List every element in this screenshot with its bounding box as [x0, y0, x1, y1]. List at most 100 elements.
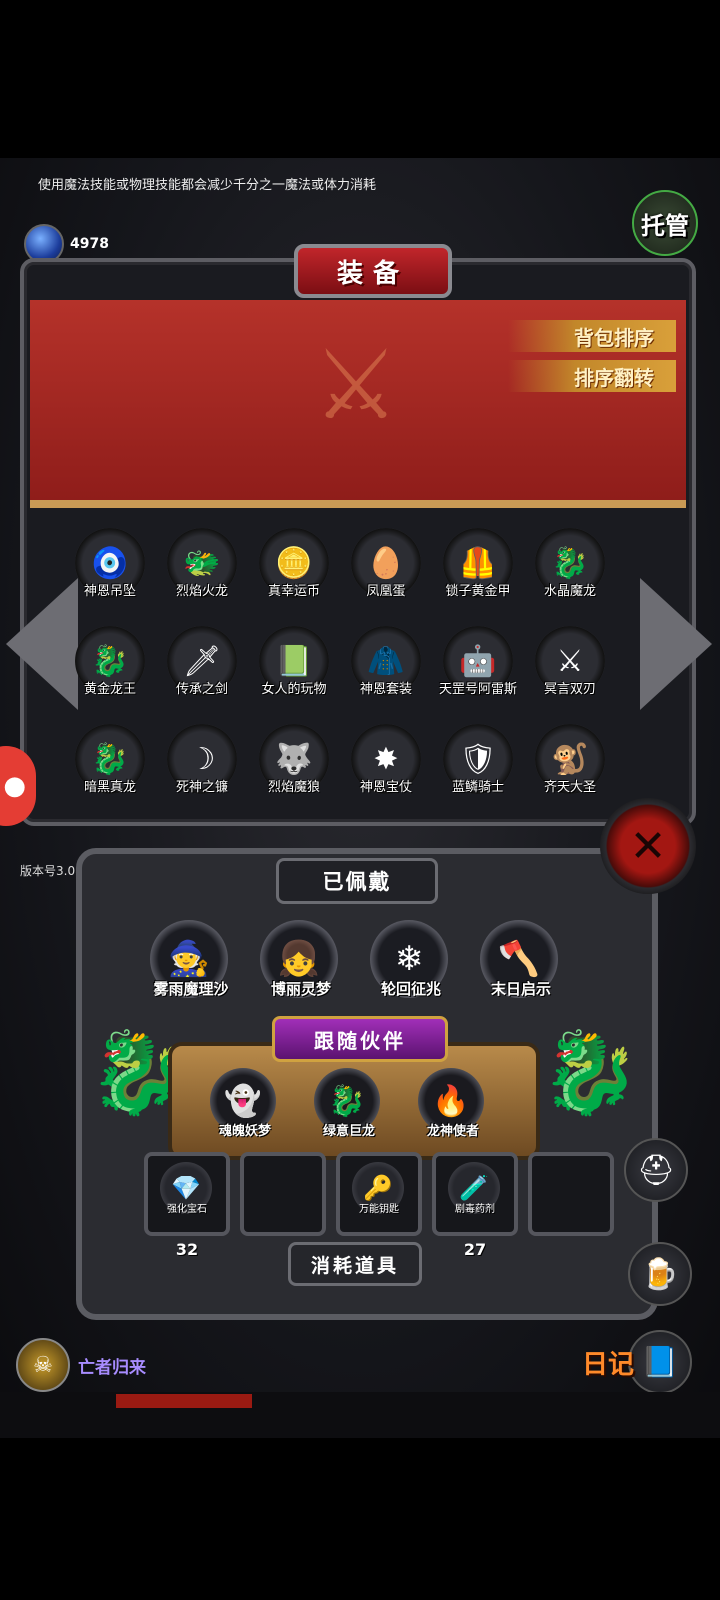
- equipment-slot-label: 蓝鳞骑士: [451, 780, 504, 795]
- book-icon: 📘: [641, 1344, 679, 1380]
- equipment-grid: 🧿 神恩吊坠 🐲 烈焰火龙 🪙 真幸运币 🥚 凤凰蛋 🦺 锁子黄金甲 🐉 水晶魔龙 🐉 黄金龙王 🗡 传承之剑…: [70, 528, 640, 800]
- equipped-slot-label: 末日启示: [490, 980, 551, 998]
- tavern-button[interactable]: 🍺: [628, 1242, 692, 1306]
- equipment-slot-label: 传承之剑: [175, 682, 228, 697]
- equipment-slot[interactable]: 🛡 蓝鳞骑士: [438, 724, 518, 800]
- equipment-slot-label: 冥言双刃: [543, 682, 596, 697]
- sort-bag-label: 背包排序: [574, 325, 654, 350]
- equipment-slot[interactable]: 🐲 烈焰火龙: [162, 528, 242, 604]
- equipped-title-label: 已佩戴: [322, 870, 392, 894]
- partner-slot-label: 魂魄妖梦: [218, 1124, 271, 1139]
- equipment-slot-label: 齐天大圣: [543, 780, 596, 795]
- equipped-slot[interactable]: 🧙 雾雨魔理沙: [150, 920, 232, 1006]
- equipment-slot-label: 神恩宝仗: [359, 780, 412, 795]
- equipment-slot-label: 天罡号阿雷斯: [438, 682, 517, 697]
- equipment-slot[interactable]: ⚔ 冥言双刃: [530, 626, 610, 702]
- equipment-slot-label: 神恩吊坠: [83, 584, 136, 599]
- consumable-slot[interactable]: 🧪 剧毒药剂 27: [432, 1152, 518, 1259]
- equipment-slot-label: 凤凰蛋: [366, 584, 406, 599]
- equipment-slot-label: 死神之镰: [175, 780, 228, 795]
- equipment-slot[interactable]: 🐉 暗黑真龙: [70, 724, 150, 800]
- game-screen: 使用魔法技能或物理技能都会减少千分之一魔法或体力消耗 4978 托管 ⚔ 背包排…: [0, 158, 720, 1438]
- bottom-status-strip: [0, 1392, 720, 1438]
- diary-button[interactable]: 📘: [628, 1330, 692, 1394]
- close-button[interactable]: ✕: [600, 798, 696, 894]
- equipment-slot-label: 真幸运币: [267, 584, 320, 599]
- partner-slot-label: 绿意巨龙: [322, 1124, 375, 1139]
- consumable-slot[interactable]: 🔑万能钥匙10: [336, 1152, 422, 1259]
- equipped-slot-label: 雾雨魔理沙: [153, 980, 229, 998]
- partner-slot[interactable]: 🔥 龙神使者: [418, 1068, 488, 1144]
- crossed-swords-emblem-icon: ⚔: [312, 329, 400, 441]
- helmet-icon: ⛑: [636, 1152, 676, 1188]
- consumable-name: 剧毒药剂: [455, 1204, 495, 1215]
- helmet-button[interactable]: ⛑: [624, 1138, 688, 1202]
- equipment-slot[interactable]: 📗 女人的玩物: [254, 626, 334, 702]
- consumable-name: 强化宝石: [167, 1204, 207, 1215]
- equipment-slot-label: 水晶魔龙: [543, 584, 596, 599]
- equipment-slot-label: 黄金龙王: [83, 682, 136, 697]
- dragon-statue-right-icon: 🐉: [540, 1026, 640, 1119]
- consumable-slot[interactable]: [240, 1152, 326, 1236]
- equipped-slot[interactable]: 🪓 末日启示: [480, 920, 562, 1006]
- equipment-title-label: 装备: [336, 258, 409, 289]
- sort-bag-button[interactable]: 背包排序: [508, 320, 676, 352]
- partner-row: 👻 魂魄妖梦 🐉 绿意巨龙 🔥 龙神使者: [210, 1068, 488, 1144]
- next-page-arrow-icon[interactable]: [640, 578, 712, 710]
- tip-text: 使用魔法技能或物理技能都会减少千分之一魔法或体力消耗: [38, 178, 377, 193]
- equipped-row: 🧙 雾雨魔理沙 👧 博丽灵梦 ❄ 轮回征兆 🪓 末日启示: [150, 920, 562, 1006]
- auto-button[interactable]: 托管: [632, 190, 698, 256]
- equipment-slot[interactable]: 🧥 神恩套装: [346, 626, 426, 702]
- consumable-count: 27: [463, 1240, 487, 1259]
- reverse-sort-button[interactable]: 排序翻转: [508, 360, 676, 392]
- player-info[interactable]: ☠ 亡者归来: [16, 1338, 146, 1392]
- consumable-slot[interactable]: [528, 1152, 614, 1236]
- equipment-slot[interactable]: 🐺 烈焰魔狼: [254, 724, 334, 800]
- reverse-sort-label: 排序翻转: [574, 365, 654, 390]
- version-label: 版本号3.08: [20, 864, 83, 878]
- partners-title: 跟随伙伴: [272, 1016, 448, 1062]
- equipment-slot[interactable]: 🐒 齐天大圣: [530, 724, 610, 800]
- equipment-slot[interactable]: ✸ 神恩宝仗: [346, 724, 426, 800]
- diary-label[interactable]: 日记: [582, 1344, 634, 1381]
- equipped-slot-label: 轮回征兆: [380, 980, 441, 998]
- equipment-slot[interactable]: 🪙 真幸运币: [254, 528, 334, 604]
- equipment-slot-label: 神恩套装: [359, 682, 412, 697]
- gem-count: 4978: [70, 236, 109, 252]
- auto-button-label: 托管: [641, 211, 689, 240]
- equipped-slot-label: 博丽灵梦: [270, 980, 331, 998]
- equipment-slot[interactable]: 🗡 传承之剑: [162, 626, 242, 702]
- equipment-slot[interactable]: 🧿 神恩吊坠: [70, 528, 150, 604]
- consumable-count: 32: [175, 1240, 199, 1259]
- equipped-slot[interactable]: ❄ 轮回征兆: [370, 920, 452, 1006]
- equipment-slot[interactable]: ☽ 死神之镰: [162, 724, 242, 800]
- user-icon: ●: [3, 771, 26, 801]
- equipment-slot-label: 女人的玩物: [261, 682, 327, 697]
- partner-slot-label: 龙神使者: [426, 1124, 479, 1139]
- equipment-title: 装备: [294, 244, 452, 298]
- consumables-title-label: 消耗道具: [310, 1254, 399, 1277]
- equipment-slot-label: 烈焰魔狼: [267, 780, 320, 795]
- player-name: 亡者归来: [78, 1357, 146, 1378]
- player-avatar: ☠: [16, 1338, 70, 1392]
- partner-slot[interactable]: 🐉 绿意巨龙: [314, 1068, 384, 1144]
- consumables-row: 💎强化宝石32🔑万能钥匙10🧪剧毒药剂27: [144, 1152, 614, 1259]
- equipment-slot[interactable]: 🐉 水晶魔龙: [530, 528, 610, 604]
- equipment-slot[interactable]: 🐉 黄金龙王: [70, 626, 150, 702]
- consumable-name: 万能钥匙: [359, 1204, 399, 1215]
- equipment-slot[interactable]: 🥚 凤凰蛋: [346, 528, 426, 604]
- equipment-slot-label: 烈焰火龙: [175, 584, 228, 599]
- equipment-banner: ⚔ 背包排序 排序翻转: [30, 300, 686, 508]
- consumable-slot[interactable]: 💎 强化宝石 32: [144, 1152, 230, 1259]
- partners-title-label: 跟随伙伴: [314, 1028, 406, 1053]
- equipment-slot-label: 暗黑真龙: [83, 780, 136, 795]
- equipment-slot[interactable]: 🤖 天罡号阿雷斯: [438, 626, 518, 702]
- consumables-title: 消耗道具: [288, 1242, 422, 1286]
- equipped-slot[interactable]: 👧 博丽灵梦: [260, 920, 342, 1006]
- beer-mug-icon: 🍺: [641, 1256, 679, 1292]
- partner-slot[interactable]: 👻 魂魄妖梦: [210, 1068, 280, 1144]
- equipment-slot-label: 锁子黄金甲: [445, 584, 511, 599]
- equipped-title: 已佩戴: [276, 858, 438, 904]
- health-bar: [116, 1394, 252, 1408]
- equipment-slot[interactable]: 🦺 锁子黄金甲: [438, 528, 518, 604]
